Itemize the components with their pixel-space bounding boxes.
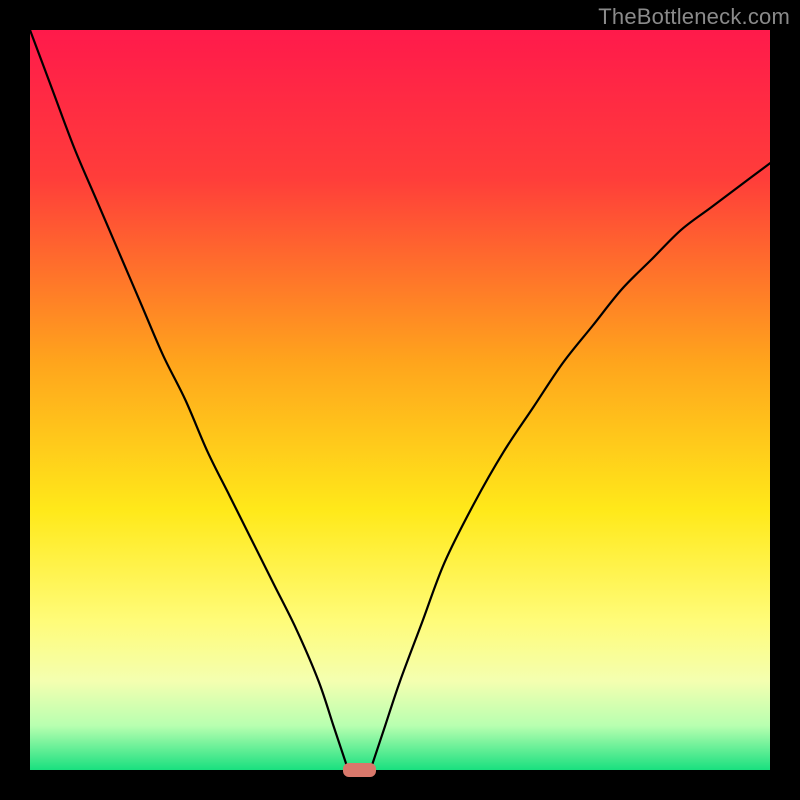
chart-frame: TheBottleneck.com — [0, 0, 800, 800]
curve-right-branch — [370, 163, 770, 770]
bottleneck-marker — [343, 763, 376, 776]
bottleneck-curve — [30, 30, 770, 770]
plot-area — [30, 30, 770, 770]
watermark-text: TheBottleneck.com — [598, 4, 790, 30]
curve-left-branch — [30, 30, 348, 770]
